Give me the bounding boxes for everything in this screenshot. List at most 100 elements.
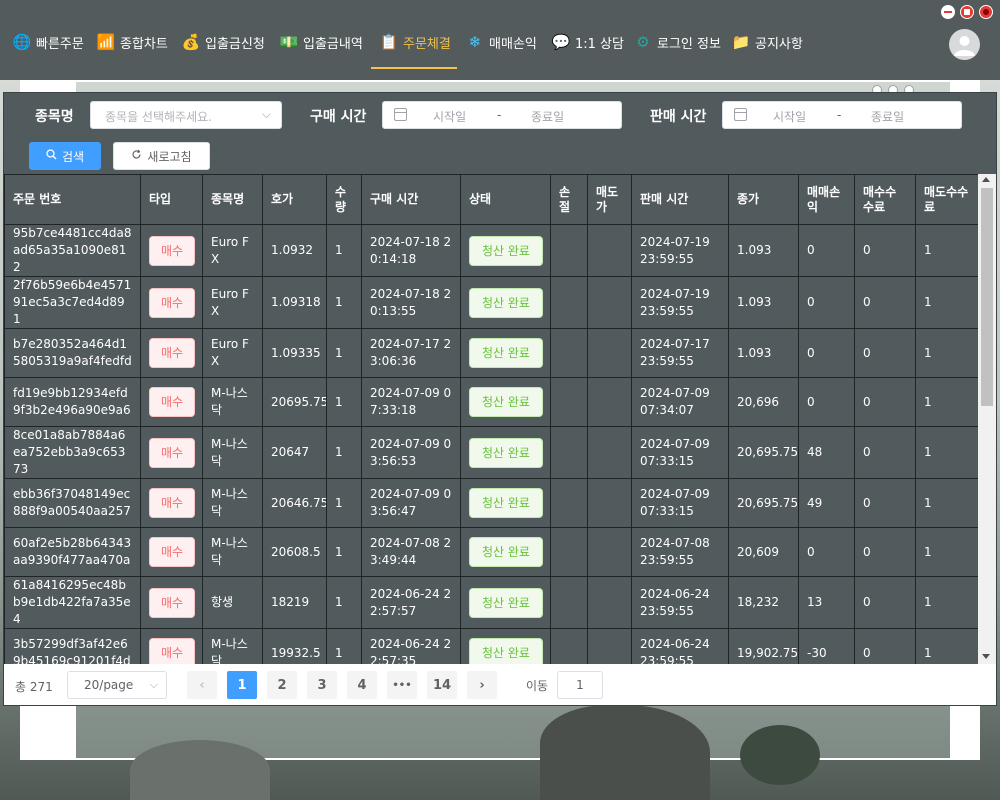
nav-item-consultation[interactable]: 💬 1:1 상담 xyxy=(551,30,624,54)
scroll-down-icon[interactable] xyxy=(982,654,990,659)
status-badge[interactable]: 청산 완료 xyxy=(469,488,543,518)
page-size-select[interactable]: 20/page ⌵ xyxy=(67,671,167,699)
table-row[interactable]: 95b7ce4481cc4da8ad65a35a1090e812 매수 Euro F… xyxy=(4,224,978,277)
header-close: 종가 xyxy=(728,174,799,225)
buy-type-tag: 매수 xyxy=(149,488,195,518)
table-row[interactable]: 2f76b59e6b4e457191ec5a3c7ed4d891 매수 Euro F… xyxy=(4,276,978,329)
scrollbar-thumb[interactable] xyxy=(981,188,993,406)
header-order-no: 주문 번호 xyxy=(4,174,141,225)
status-badge[interactable]: 청산 완료 xyxy=(469,287,543,318)
header-sell-fee: 매도수수료 xyxy=(915,174,978,225)
nav-item-deposit-request[interactable]: 💰 입출금신청 xyxy=(181,30,265,54)
status-badge[interactable]: 청산 완료 xyxy=(469,587,543,618)
next-page-button[interactable]: › xyxy=(467,671,497,699)
close-cell: 1.093 xyxy=(728,276,799,329)
status-badge[interactable]: 청산 완료 xyxy=(469,338,543,368)
buy-fee-cell: 0 xyxy=(854,276,916,329)
status-badge[interactable]: 청산 완료 xyxy=(469,537,543,567)
status-badge[interactable]: 청산 완료 xyxy=(469,235,543,266)
header-pnl: 매매손익 xyxy=(798,174,855,225)
sell-time-cell: 2024-07-17 23:59:55 xyxy=(631,328,729,378)
table-row[interactable]: ebb36f37048149ec888f9a00540aa257 매수 M-나스닥 2… xyxy=(4,478,978,528)
refresh-button-label: 새로고침 xyxy=(147,149,192,164)
stop-loss-cell xyxy=(550,276,588,329)
status-cell: 청산 완료 xyxy=(460,576,551,629)
buy-type-tag: 매수 xyxy=(149,587,195,618)
close-button[interactable] xyxy=(979,5,993,19)
minimize-button[interactable] xyxy=(941,5,955,19)
search-button[interactable]: 검색 xyxy=(29,142,101,170)
page-button[interactable]: 4 xyxy=(347,671,377,699)
sell-time-cell: 2024-07-19 23:59:55 xyxy=(631,276,729,329)
item-select[interactable]: 종목을 선택해주세요. ⌵ xyxy=(90,101,282,129)
scroll-up-icon[interactable] xyxy=(982,177,990,182)
sell-fee-cell: 1 xyxy=(915,628,978,664)
page-button[interactable]: 3 xyxy=(307,671,337,699)
table-row[interactable]: 3b57299df3af42e69b45169c91201f4d 매수 M-나스닥 1… xyxy=(4,628,978,664)
nav-item-trade-pnl[interactable]: ❄ 매매손익 xyxy=(465,30,537,54)
sell-time-range-picker[interactable]: 시작일 - 종료일 xyxy=(722,101,962,129)
status-badge[interactable]: 청산 완료 xyxy=(469,638,543,664)
table-row[interactable]: 8ce01a8ab7884a6ea752ebb3a9c65373 매수 M-나스닥 2… xyxy=(4,426,978,479)
header-qty: 수량 xyxy=(326,174,362,225)
sell-start-date[interactable]: 시작일 xyxy=(773,108,806,125)
qty-cell: 1 xyxy=(326,576,362,629)
table-body: 95b7ce4481cc4da8ad65a35a1090e812 매수 Euro F… xyxy=(4,224,978,664)
sell-time-cell: 2024-06-24 23:59:55 xyxy=(631,628,729,664)
more-pages-button[interactable]: ••• xyxy=(387,671,417,699)
order-no-cell: 61a8416295ec48bb9e1db422fa7a35e4 xyxy=(4,576,141,629)
nav-item-notice[interactable]: 📁 공지사항 xyxy=(731,30,803,54)
buy-type-tag: 매수 xyxy=(149,287,195,318)
buy-time-cell: 2024-07-18 20:13:55 xyxy=(361,276,461,329)
page-button[interactable]: 14 xyxy=(427,671,457,699)
avatar[interactable] xyxy=(949,29,980,60)
sell-time-cell: 2024-07-09 07:34:07 xyxy=(631,377,729,427)
close-cell: 20,695.75 xyxy=(728,478,799,528)
buy-start-date[interactable]: 시작일 xyxy=(433,108,466,125)
qty-cell: 1 xyxy=(326,328,362,378)
nav-item-label: 공지사항 xyxy=(755,36,803,52)
page-button[interactable]: 1 xyxy=(227,671,257,699)
bar-chart-icon: 📶 xyxy=(96,33,116,51)
order-no-cell: 2f76b59e6b4e457191ec5a3c7ed4d891 xyxy=(4,276,141,329)
order-no-cell: 8ce01a8ab7884a6ea752ebb3a9c65373 xyxy=(4,426,141,479)
nav-item-quick-order[interactable]: 🌐 빠른주문 xyxy=(12,30,84,54)
table-row[interactable]: b7e280352a464d15805319a9af4fedfd 매수 Euro F… xyxy=(4,328,978,378)
refresh-icon xyxy=(131,149,142,163)
buy-time-range-picker[interactable]: 시작일 - 종료일 xyxy=(382,101,622,129)
folder-icon: 📁 xyxy=(731,33,751,51)
table-header-row: 주문 번호 타입 종목명 호가 수량 구매 시간 상태 손절 매도가 판매 시간… xyxy=(4,174,978,225)
sell-end-date[interactable]: 종료일 xyxy=(871,108,904,125)
buy-end-date[interactable]: 종료일 xyxy=(531,108,564,125)
status-cell: 청산 완료 xyxy=(460,276,551,329)
nav-item-deposit-history[interactable]: 💵 입출금내역 xyxy=(279,30,363,54)
refresh-button[interactable]: 새로고침 xyxy=(113,142,210,170)
header-stop-loss: 손절 xyxy=(550,174,588,225)
table-row[interactable]: fd19e9bb12934efd9f3b2e496a90e9a6 매수 M-나스닥 2… xyxy=(4,377,978,427)
goto-page-input[interactable]: 1 xyxy=(557,671,603,699)
buy-time-cell: 2024-06-24 22:57:35 xyxy=(361,628,461,664)
price-cell: 1.09318 xyxy=(262,276,327,329)
qty-cell: 1 xyxy=(326,224,362,277)
buy-time-cell: 2024-07-09 03:56:47 xyxy=(361,478,461,528)
nav-item-login-info[interactable]: ⚙ 로그인 정보 xyxy=(633,30,721,54)
sell-price-cell xyxy=(587,576,632,629)
qty-cell: 1 xyxy=(326,426,362,479)
pnl-cell: 13 xyxy=(798,576,855,629)
top-nav: 🌐 빠른주문 📶 종합차트 💰 입출금신청 💵 입출금내역 📋 주문체결 ❄ 매… xyxy=(0,0,1000,80)
nav-item-order-execution[interactable]: 📋 주문체결 xyxy=(379,30,451,54)
nav-item-label: 빠른주문 xyxy=(36,36,84,52)
prev-page-button[interactable]: ‹ xyxy=(187,671,217,699)
table-scrollbar[interactable] xyxy=(978,174,996,664)
status-badge[interactable]: 청산 완료 xyxy=(469,437,543,468)
table-row[interactable]: 61a8416295ec48bb9e1db422fa7a35e4 매수 항생 1821… xyxy=(4,576,978,629)
nav-item-label: 주문체결 xyxy=(403,36,451,52)
maximize-button[interactable] xyxy=(960,5,974,19)
status-cell: 청산 완료 xyxy=(460,628,551,664)
order-no-cell: b7e280352a464d15805319a9af4fedfd xyxy=(4,328,141,378)
status-badge[interactable]: 청산 완료 xyxy=(469,387,543,417)
page-button[interactable]: 2 xyxy=(267,671,297,699)
table-row[interactable]: 60af2e5b28b64343aa9390f477aa470a 매수 M-나스닥 2… xyxy=(4,527,978,577)
nav-item-chart[interactable]: 📶 종합차트 xyxy=(96,30,168,54)
order-execution-panel: 종목명 종목을 선택해주세요. ⌵ 구매 시간 시작일 - 종료일 판매 시간 … xyxy=(3,92,997,706)
